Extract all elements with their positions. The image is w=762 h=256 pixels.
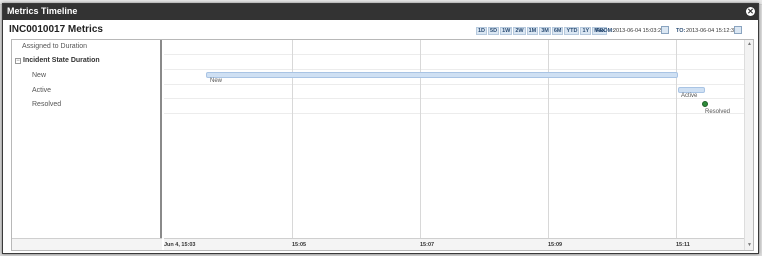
scroll-down-icon[interactable]: ▼ bbox=[746, 242, 753, 249]
row-labels-panel: Assigned to Duration − Incident State Du… bbox=[12, 40, 162, 250]
zoom-1w-button[interactable]: 1W bbox=[500, 27, 513, 35]
row-label: Resolved bbox=[32, 101, 62, 108]
incident-title: INC0010017 Metrics bbox=[9, 24, 103, 35]
time-axis: Jun 4, 15:03 15:05 15:07 15:09 15:11 bbox=[164, 238, 744, 250]
row-new[interactable]: New bbox=[12, 69, 162, 84]
zoom-6m-button[interactable]: 6M bbox=[551, 27, 564, 35]
zoom-1d-button[interactable]: 1D bbox=[476, 27, 488, 35]
grid-line bbox=[164, 54, 744, 55]
collapse-toggle-icon[interactable]: − bbox=[15, 58, 21, 64]
axis-tick-label: 15:11 bbox=[676, 242, 690, 248]
grid-line bbox=[548, 40, 549, 238]
row-label: Active bbox=[32, 87, 52, 94]
zoom-3m-button[interactable]: 3M bbox=[539, 27, 551, 35]
zoom-2w-button[interactable]: 2W bbox=[513, 27, 526, 35]
zoom-1y-button[interactable]: 1Y bbox=[580, 27, 592, 35]
row-label: Incident State Duration bbox=[23, 57, 100, 64]
axis-tick-label: 15:07 bbox=[420, 242, 435, 248]
close-icon[interactable]: ✕ bbox=[746, 7, 755, 16]
to-date-value[interactable]: 2013-06-04 15:12:32 bbox=[686, 28, 737, 34]
active-bar-label: Active bbox=[681, 93, 698, 99]
zoom-button-group: 1D 5D 1W 2W 1M 3M 6M YTD 1Y Max bbox=[476, 27, 608, 35]
row-incident-state-duration[interactable]: − Incident State Duration bbox=[12, 54, 162, 69]
dialog-titlebar: Metrics Timeline ✕ bbox=[3, 4, 758, 20]
to-label: TO: bbox=[676, 28, 686, 34]
grid-line bbox=[164, 84, 744, 85]
timeline-plot-area: New Active Resolved bbox=[164, 40, 744, 238]
timeline-chart: Assigned to Duration − Incident State Du… bbox=[11, 39, 754, 251]
resolved-marker-icon[interactable] bbox=[702, 101, 708, 107]
metrics-timeline-dialog: Metrics Timeline ✕ INC0010017 Metrics 1D… bbox=[2, 3, 759, 254]
left-footer bbox=[12, 238, 162, 250]
grid-line bbox=[292, 40, 293, 238]
zoom-5d-button[interactable]: 5D bbox=[488, 27, 500, 35]
axis-tick-label: Jun 4, 15:03 bbox=[164, 242, 196, 248]
resolved-marker-label: Resolved bbox=[705, 109, 731, 115]
row-label: New bbox=[32, 72, 47, 79]
grid-line bbox=[676, 40, 677, 238]
dialog-title: Metrics Timeline bbox=[7, 6, 78, 16]
zoom-1m-button[interactable]: 1M bbox=[526, 27, 539, 35]
grid-line bbox=[164, 113, 744, 114]
from-label: FROM: bbox=[596, 28, 615, 34]
row-assigned-duration[interactable]: Assigned to Duration bbox=[12, 40, 162, 55]
from-date-value[interactable]: 2013-06-04 15:03:25 bbox=[613, 28, 664, 34]
row-active[interactable]: Active bbox=[12, 84, 162, 99]
row-resolved[interactable]: Resolved bbox=[12, 98, 162, 113]
scroll-up-icon[interactable]: ▲ bbox=[746, 41, 753, 48]
row-label: Assigned to Duration bbox=[22, 43, 87, 50]
new-bar-label: New bbox=[210, 78, 223, 84]
timeline-header: INC0010017 Metrics 1D 5D 1W 2W 1M 3M 6M … bbox=[3, 21, 758, 39]
to-calendar-icon[interactable] bbox=[734, 26, 742, 34]
axis-tick-label: 15:09 bbox=[548, 242, 563, 248]
vertical-scrollbar[interactable]: ▲ ▼ bbox=[744, 40, 753, 250]
grid-line bbox=[420, 40, 421, 238]
new-duration-bar[interactable] bbox=[206, 72, 678, 78]
from-calendar-icon[interactable] bbox=[661, 26, 669, 34]
grid-line bbox=[164, 69, 744, 70]
grid-line bbox=[164, 98, 744, 99]
axis-tick-label: 15:05 bbox=[292, 242, 307, 248]
zoom-ytd-button[interactable]: YTD bbox=[564, 27, 580, 35]
